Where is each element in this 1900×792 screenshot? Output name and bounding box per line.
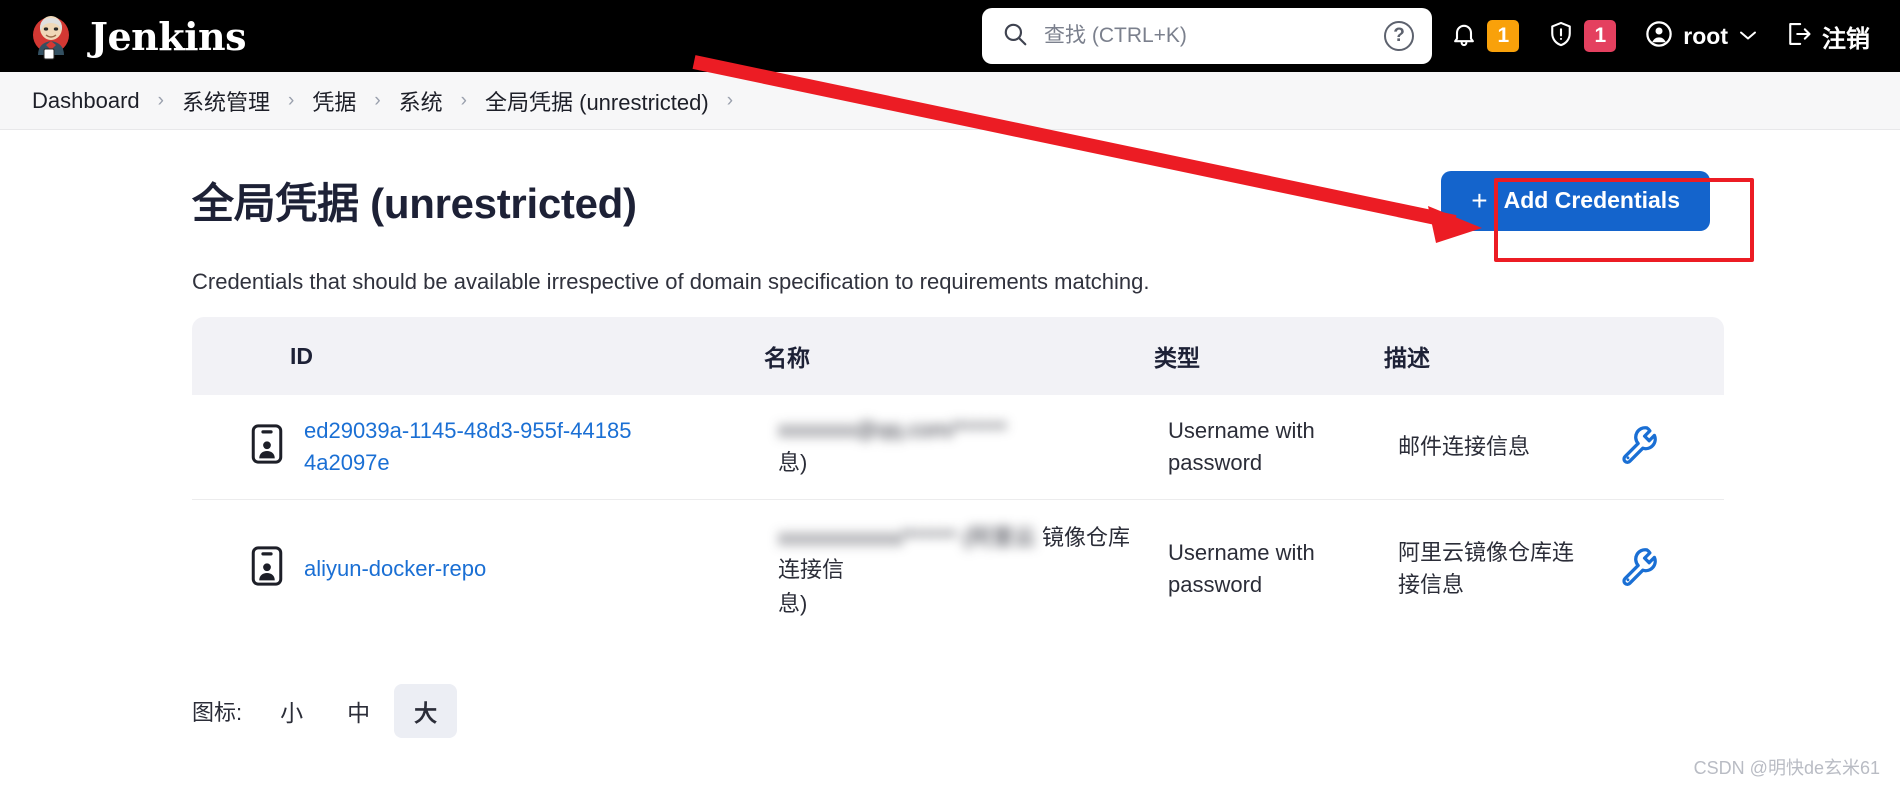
cell-description: 邮件连接信息 xyxy=(1384,395,1604,499)
global-search[interactable]: ? xyxy=(982,8,1432,64)
cell-type: Username with password xyxy=(1154,395,1384,499)
top-header: Jenkins ? 1 xyxy=(0,0,1900,72)
cell-id: aliyun-docker-repo xyxy=(192,498,764,638)
user-menu-button[interactable]: root xyxy=(1632,13,1769,60)
cell-name: xxxxxxxxxxx/****** (阿里云 镜像仓库连接信 息) xyxy=(764,498,1154,638)
add-credentials-button[interactable]: + Add Credentials xyxy=(1441,170,1710,231)
header-actions: 1 1 root 注销 xyxy=(1438,0,1882,72)
bell-icon xyxy=(1450,20,1478,53)
breadcrumb-separator: › xyxy=(726,89,734,111)
jenkins-credentials-page: Jenkins ? 1 xyxy=(0,0,1900,792)
table-header: ID 名称 类型 描述 xyxy=(192,317,1724,395)
notifications-count-badge: 1 xyxy=(1487,20,1520,52)
breadcrumb-separator: › xyxy=(287,89,295,111)
column-header-actions xyxy=(1604,317,1724,395)
breadcrumb-separator: › xyxy=(374,89,381,111)
breadcrumb-separator: › xyxy=(157,89,164,111)
cell-name: xxxxxxx@qq.com/****** 息) xyxy=(764,395,1154,499)
icon-size-small[interactable]: 小 xyxy=(260,684,323,738)
notifications-button[interactable]: 1 xyxy=(1438,14,1531,59)
wrench-icon[interactable] xyxy=(1618,426,1660,470)
icon-size-large[interactable]: 大 xyxy=(394,683,458,738)
credential-id-card-icon xyxy=(250,546,284,592)
credential-type: Username with password xyxy=(1168,418,1315,475)
user-name: root xyxy=(1683,22,1728,49)
wrench-icon[interactable] xyxy=(1618,547,1660,592)
column-header-name: 名称 xyxy=(764,317,1154,395)
logout-icon xyxy=(1785,20,1813,53)
search-input[interactable] xyxy=(1044,24,1368,48)
credential-id-card-icon xyxy=(250,424,284,470)
jenkins-brand[interactable]: Jenkins xyxy=(0,11,247,61)
credential-id-link[interactable]: aliyun-docker-repo xyxy=(304,553,486,585)
breadcrumb-item-dashboard[interactable]: Dashboard xyxy=(26,88,146,114)
cell-actions xyxy=(1604,395,1724,499)
credential-description: 阿里云镜像仓库连接信息 xyxy=(1398,539,1575,597)
shield-warning-icon xyxy=(1547,20,1575,53)
credentials-table: ID 名称 类型 描述 ed29039a-1145-48d3-955f-4418… xyxy=(192,317,1724,638)
breadcrumb: Dashboard › 系统管理 › 凭据 › 系统 › 全局凭据 (unres… xyxy=(0,72,1900,130)
icon-size-label: 图标: xyxy=(192,699,243,725)
breadcrumb-item-credentials[interactable]: 凭据 xyxy=(306,85,362,117)
table-row[interactable]: aliyun-docker-repo xxxxxxxxxxx/****** (阿… xyxy=(192,498,1724,638)
cell-description: 阿里云镜像仓库连接信息 xyxy=(1384,498,1604,638)
breadcrumb-separator: › xyxy=(460,89,467,111)
breadcrumb-item-global-credentials[interactable]: 全局凭据 (unrestricted) xyxy=(479,85,715,117)
user-circle-icon xyxy=(1644,19,1674,54)
logout-button[interactable]: 注销 xyxy=(1773,13,1882,60)
security-count-badge: 1 xyxy=(1584,20,1617,52)
credential-name-blurred: xxxxxxx@qq.com/****** xyxy=(778,416,1007,442)
cell-actions xyxy=(1604,498,1724,638)
breadcrumb-item-system[interactable]: 系统 xyxy=(393,85,449,117)
search-icon xyxy=(1002,21,1028,52)
cell-type: Username with password xyxy=(1154,498,1384,638)
watermark: CSDN @明快de玄米61 xyxy=(1693,758,1880,778)
breadcrumb-item-manage[interactable]: 系统管理 xyxy=(176,85,276,117)
brand-name: Jenkins xyxy=(90,13,247,59)
credential-name-tail: 息) xyxy=(778,449,808,475)
column-header-description: 描述 xyxy=(1384,317,1604,395)
table-body: ed29039a-1145-48d3-955f-441854a2097e xxx… xyxy=(192,395,1724,638)
credential-name-blurred: xxxxxxxxxxx/****** (阿里云 xyxy=(778,524,1036,550)
credential-type: Username with password xyxy=(1168,539,1315,597)
page-title: 全局凭据 (unrestricted) xyxy=(192,180,637,227)
credential-id-link[interactable]: ed29039a-1145-48d3-955f-441854a2097e xyxy=(304,415,634,479)
column-header-id: ID xyxy=(192,317,764,395)
plus-icon: + xyxy=(1471,184,1488,216)
page-description: Credentials that should be available irr… xyxy=(192,269,1150,294)
help-circle-icon[interactable]: ? xyxy=(1384,21,1414,51)
icon-size-selector: 图标: 小 中 大 xyxy=(192,683,1710,738)
table-row[interactable]: ed29039a-1145-48d3-955f-441854a2097e xxx… xyxy=(192,395,1724,499)
add-credentials-label: Add Credentials xyxy=(1503,187,1680,213)
chevron-down-icon xyxy=(1739,26,1757,46)
icon-size-medium[interactable]: 中 xyxy=(327,684,390,738)
cell-id: ed29039a-1145-48d3-955f-441854a2097e xyxy=(192,395,764,499)
security-warnings-button[interactable]: 1 xyxy=(1535,14,1628,59)
main-content: 全局凭据 (unrestricted) + Add Credentials Cr… xyxy=(0,130,1900,738)
column-header-type: 类型 xyxy=(1154,317,1384,395)
credential-description: 邮件连接信息 xyxy=(1398,433,1531,459)
page-title-row: 全局凭据 (unrestricted) + Add Credentials xyxy=(192,170,1710,231)
credential-name-tail: 息) xyxy=(778,590,808,616)
jenkins-butler-logo-icon xyxy=(26,11,76,61)
logout-label: 注销 xyxy=(1822,25,1870,53)
